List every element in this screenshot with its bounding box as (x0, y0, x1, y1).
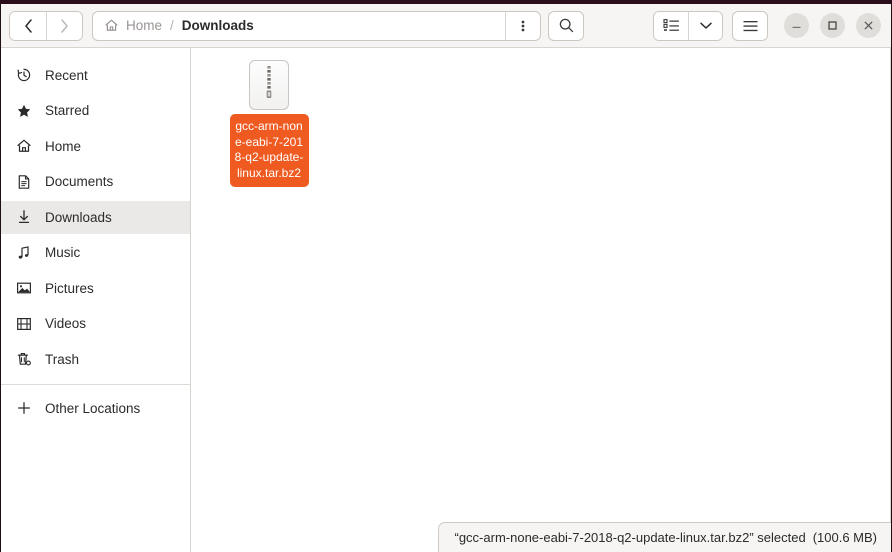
sidebar-item-documents[interactable]: Documents (1, 165, 190, 198)
minimize-icon (791, 20, 802, 31)
status-bar: “gcc-arm-none-eabi-7-2018-q2-update-linu… (438, 522, 892, 552)
archive-icon (249, 60, 289, 110)
breadcrumb-current[interactable]: Downloads (182, 18, 254, 33)
sidebar-item-label: Starred (45, 103, 89, 118)
list-view-icon (663, 18, 680, 33)
image-icon (15, 280, 32, 296)
breadcrumb[interactable]: Home / Downloads (93, 12, 505, 40)
breadcrumb-home[interactable]: Home (126, 18, 162, 33)
chevron-down-icon (698, 20, 714, 31)
breadcrumb-separator: / (169, 18, 175, 33)
sidebar-item-label: Downloads (45, 210, 112, 225)
list-view-button[interactable] (654, 12, 688, 40)
sidebar-item-other-locations[interactable]: Other Locations (1, 392, 190, 425)
sidebar-item-label: Home (45, 139, 81, 154)
back-button[interactable] (10, 12, 46, 40)
close-icon (863, 20, 874, 31)
plus-icon (15, 400, 32, 416)
sidebar-item-music[interactable]: Music (1, 236, 190, 269)
sidebar-item-label: Music (45, 245, 80, 260)
close-button[interactable] (856, 13, 881, 38)
sidebar-item-label: Videos (45, 316, 86, 331)
view-mode-group (653, 11, 723, 41)
sidebar-item-label: Recent (45, 68, 88, 83)
scroll-edge (890, 48, 891, 552)
path-bar-group: Home / Downloads (92, 11, 541, 41)
window-controls (784, 13, 881, 38)
music-note-icon (15, 245, 32, 261)
path-menu-button[interactable] (505, 12, 540, 40)
download-icon (15, 209, 32, 225)
document-icon (15, 174, 32, 190)
sidebar-item-label: Trash (45, 352, 79, 367)
vertical-dots-icon (521, 18, 525, 34)
file-name-label: gcc-arm-none-eabi-7-2018-q2-update-linux… (230, 114, 309, 187)
forward-button[interactable] (46, 12, 82, 40)
star-icon (15, 103, 32, 119)
sidebar-item-recent[interactable]: Recent (1, 59, 190, 92)
sidebar: Recent Starred Home (1, 48, 191, 552)
sidebar-item-label: Documents (45, 174, 113, 189)
film-icon (15, 316, 32, 332)
chevron-right-icon (58, 18, 71, 34)
view-options-button[interactable] (688, 12, 722, 40)
header-bar: Home / Downloads (1, 4, 891, 48)
navigation-button-group (9, 11, 83, 41)
trash-icon (15, 351, 32, 367)
sidebar-item-label: Pictures (45, 281, 94, 296)
sidebar-item-home[interactable]: Home (1, 130, 190, 163)
file-grid[interactable]: gcc-arm-none-eabi-7-2018-q2-update-linux… (191, 48, 891, 552)
sidebar-item-videos[interactable]: Videos (1, 307, 190, 340)
file-manager-window: Home / Downloads (0, 4, 892, 552)
hamburger-menu-icon (742, 19, 759, 33)
home-icon (104, 18, 119, 33)
clock-icon (15, 67, 32, 83)
main-menu-button[interactable] (732, 11, 768, 41)
zipper-glyph (264, 66, 274, 104)
sidebar-divider (1, 384, 190, 385)
minimize-button[interactable] (784, 13, 809, 38)
search-button[interactable] (548, 11, 584, 41)
chevron-left-icon (22, 18, 35, 34)
sidebar-item-downloads[interactable]: Downloads (1, 201, 190, 234)
search-icon (558, 17, 575, 34)
status-size: (100.6 MB) (813, 530, 877, 545)
sidebar-item-pictures[interactable]: Pictures (1, 272, 190, 305)
maximize-icon (827, 20, 838, 31)
file-item[interactable]: gcc-arm-none-eabi-7-2018-q2-update-linux… (223, 60, 315, 187)
window-body: Recent Starred Home (1, 48, 891, 552)
sidebar-item-label: Other Locations (45, 401, 140, 416)
sidebar-item-trash[interactable]: Trash (1, 343, 190, 376)
sidebar-item-starred[interactable]: Starred (1, 94, 190, 127)
status-text: “gcc-arm-none-eabi-7-2018-q2-update-linu… (455, 530, 806, 545)
maximize-button[interactable] (820, 13, 845, 38)
home-icon (15, 138, 32, 154)
